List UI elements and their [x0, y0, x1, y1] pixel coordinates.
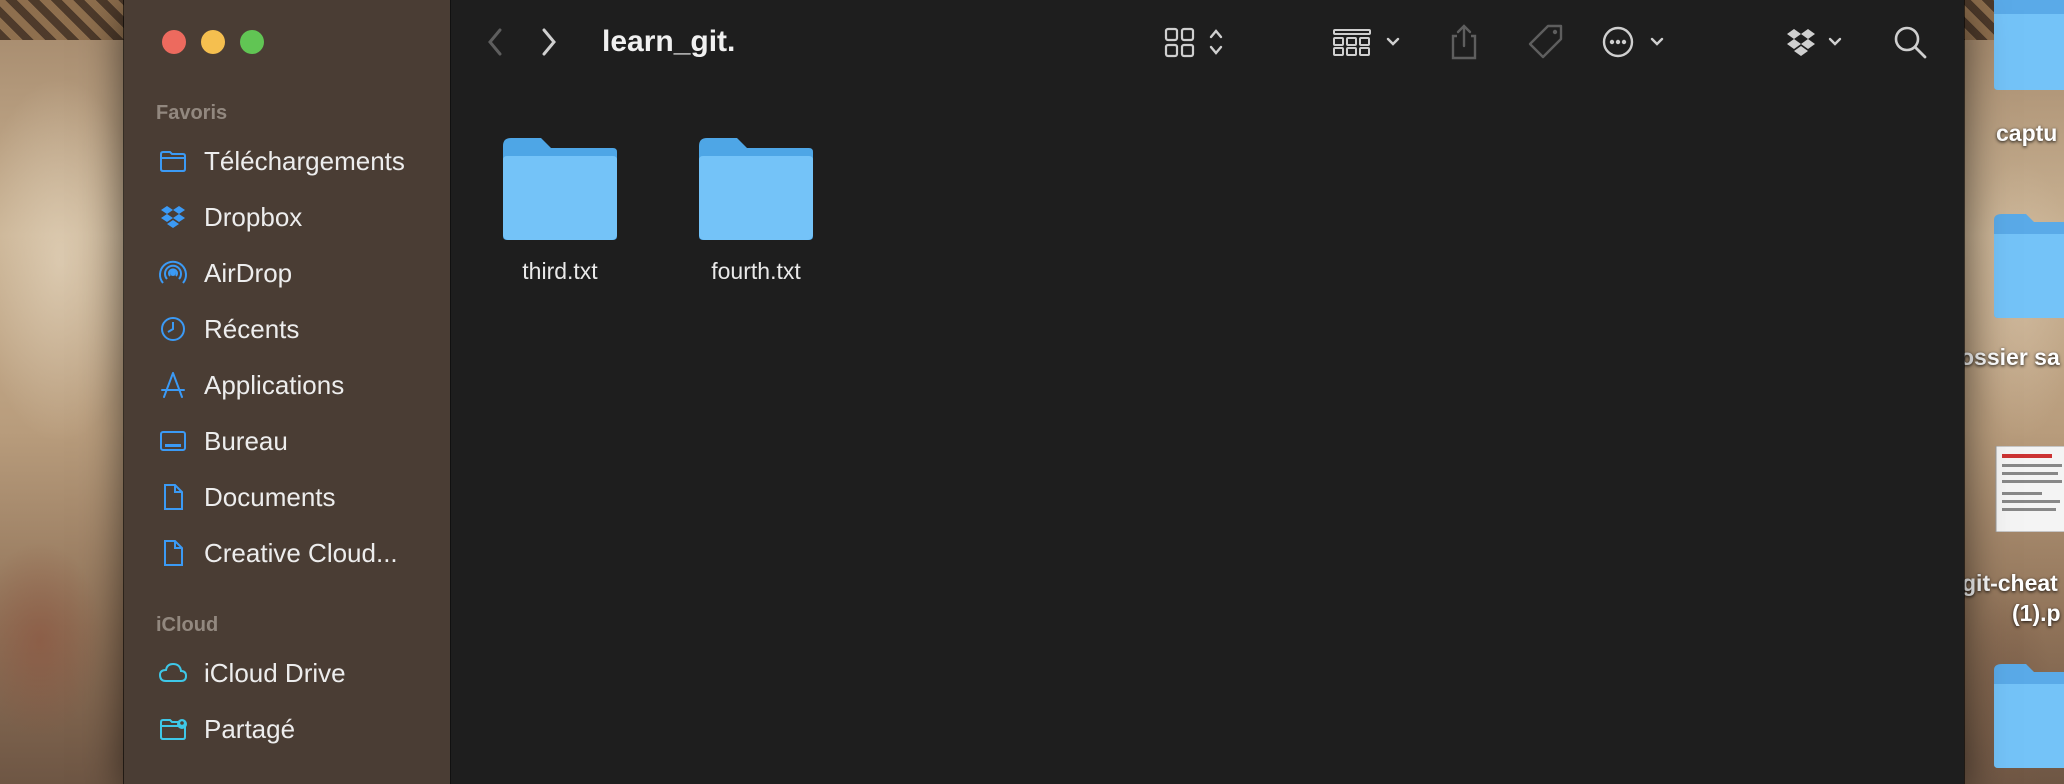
sidebar-item-dropbox[interactable]: Dropbox — [156, 193, 446, 241]
grid-view-icon — [1164, 27, 1223, 58]
sidebar: Favoris Téléchargements Dropbox AirDrop … — [124, 0, 451, 784]
sidebar-item-label: Applications — [204, 369, 345, 400]
dropbox-icon — [1787, 29, 1842, 56]
wallpaper-pattern-left — [0, 0, 130, 40]
folder-icon — [699, 138, 813, 240]
sidebar-item-applications[interactable]: Applications — [156, 361, 446, 409]
desktop-item-label[interactable]: git-cheat — [1962, 570, 2058, 597]
clock-icon — [156, 312, 190, 346]
chevron-left-icon — [488, 28, 502, 56]
close-button[interactable] — [162, 30, 186, 54]
desktop-item-label[interactable]: captu — [1996, 120, 2057, 147]
sidebar-item-documents[interactable]: Documents — [156, 473, 446, 521]
sidebar-item-label: Documents — [204, 481, 336, 512]
forward-button[interactable] — [534, 20, 564, 64]
airdrop-icon — [156, 256, 190, 290]
minimize-button[interactable] — [201, 30, 225, 54]
sidebar-item-label: Dropbox — [204, 201, 303, 232]
file-name: fourth.txt — [711, 258, 801, 284]
toolbar: learn_git. — [450, 0, 1964, 84]
chevron-right-icon — [542, 28, 556, 56]
sidebar-item-label: AirDrop — [204, 257, 293, 288]
file-item[interactable]: third.txt — [480, 136, 640, 285]
folder-icon — [503, 138, 617, 240]
desktop-folder-icon[interactable] — [1990, 664, 2064, 773]
desktop-item-label[interactable]: ossier sa — [1960, 344, 2060, 371]
shared-folder-icon — [156, 712, 190, 746]
file-name: third.txt — [522, 258, 598, 284]
finder-window: Favoris Téléchargements Dropbox AirDrop … — [124, 0, 1964, 784]
search-icon — [1894, 26, 1927, 59]
sidebar-item-label: Bureau — [204, 425, 288, 456]
search-button[interactable] — [1890, 20, 1930, 64]
sidebar-item-label: Récents — [204, 313, 300, 344]
sidebar-item-label: Creative Cloud... — [204, 537, 398, 568]
sidebar-item-creative-cloud[interactable]: Creative Cloud... — [156, 529, 446, 577]
sidebar-item-shared[interactable]: Partagé — [156, 705, 446, 753]
desktop-icon — [156, 424, 190, 458]
sidebar-item-label: iCloud Drive — [204, 657, 346, 688]
window-title: learn_git. — [602, 25, 736, 58]
share-icon — [1451, 24, 1477, 60]
sidebar-item-recents[interactable]: Récents — [156, 305, 446, 353]
sidebar-section-favorites: Favoris — [156, 102, 228, 124]
zoom-button[interactable] — [240, 30, 264, 54]
cloud-icon — [156, 656, 190, 690]
group-icon — [1333, 29, 1400, 56]
more-actions-button[interactable] — [1600, 20, 1674, 64]
back-button[interactable] — [480, 20, 510, 64]
desktop-folder-icon[interactable] — [1990, 214, 2064, 323]
sidebar-item-desktop[interactable]: Bureau — [156, 417, 446, 465]
folder-icon — [156, 144, 190, 178]
dropbox-icon — [156, 200, 190, 234]
sidebar-item-label: Téléchargements — [204, 145, 405, 176]
window-controls — [162, 30, 264, 54]
tags-button[interactable] — [1524, 20, 1568, 64]
document-icon — [156, 480, 190, 514]
document-icon — [156, 536, 190, 570]
desktop-folder-icon[interactable] — [1990, 0, 2064, 95]
sidebar-item-airdrop[interactable]: AirDrop — [156, 249, 446, 297]
desktop-item-label[interactable]: (1).p — [2012, 600, 2061, 627]
sidebar-section-icloud: iCloud — [156, 614, 219, 636]
sidebar-item-label: Partagé — [204, 713, 296, 744]
file-item[interactable]: fourth.txt — [676, 136, 836, 285]
tag-icon — [1528, 24, 1563, 59]
applications-icon — [156, 368, 190, 402]
view-button[interactable] — [1162, 20, 1236, 64]
file-browser-content: third.txt fourth.txt — [450, 84, 1964, 784]
group-button[interactable] — [1330, 20, 1410, 64]
sidebar-item-downloads[interactable]: Téléchargements — [156, 137, 446, 185]
share-button[interactable] — [1444, 20, 1484, 64]
dropbox-button[interactable] — [1784, 20, 1850, 64]
sidebar-item-icloud-drive[interactable]: iCloud Drive — [156, 649, 446, 697]
ellipsis-circle-icon — [1602, 26, 1664, 58]
desktop-pdf-thumbnail-icon[interactable] — [1990, 445, 2064, 537]
